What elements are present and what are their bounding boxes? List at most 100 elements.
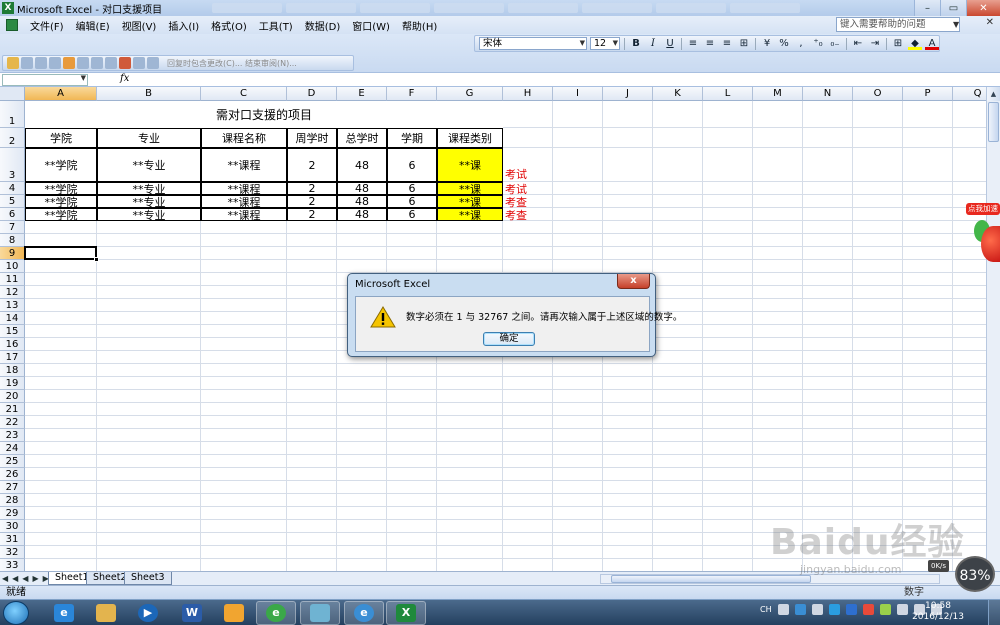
exam-type-note[interactable]: 考查 — [503, 208, 553, 222]
help-search-input[interactable]: 键入需要帮助的问题 — [836, 17, 960, 32]
column-header-a[interactable]: A — [25, 87, 97, 101]
increase-indent-icon[interactable]: ⇥ — [868, 37, 882, 50]
start-button[interactable] — [3, 601, 29, 625]
menu-help[interactable]: 帮助(H) — [396, 18, 443, 33]
security-icon[interactable] — [845, 604, 857, 615]
name-box[interactable]: ▼ — [2, 74, 88, 86]
table-cell[interactable]: **学院 — [25, 208, 97, 222]
plus-tray-icon[interactable] — [879, 604, 891, 615]
insert-function-icon[interactable]: fx — [120, 73, 129, 84]
table-cell[interactable]: 48 — [337, 195, 387, 208]
percent-button[interactable]: % — [777, 37, 791, 50]
table-header-cell[interactable]: 学期 — [387, 128, 437, 148]
show-desktop-button[interactable] — [988, 600, 1000, 625]
mail-icon[interactable] — [49, 57, 61, 69]
increase-decimal-icon[interactable]: ⁺₀ — [811, 37, 825, 50]
menu-window[interactable]: 窗口(W) — [346, 18, 396, 33]
table-header-cell[interactable]: 专业 — [97, 128, 201, 148]
row-header-29[interactable]: 29 — [0, 507, 25, 520]
chat-app-icon[interactable] — [300, 601, 340, 625]
word-icon[interactable]: W — [172, 601, 212, 625]
menu-edit[interactable]: 编辑(E) — [70, 18, 116, 33]
row-header-24[interactable]: 24 — [0, 442, 25, 455]
column-header-f[interactable]: F — [387, 87, 437, 101]
table-cell[interactable]: **专业 — [97, 208, 201, 222]
row-header-23[interactable]: 23 — [0, 429, 25, 442]
row-header-20[interactable]: 20 — [0, 390, 25, 403]
sheet-title[interactable]: 需对口支援的项目 — [25, 101, 503, 128]
row-header-13[interactable]: 13 — [0, 299, 25, 312]
ie-icon[interactable]: e — [44, 601, 84, 625]
clock[interactable]: 10:58 2016/12/13 — [910, 601, 966, 623]
comma-style-button[interactable]: , — [794, 37, 808, 50]
font-size-select[interactable]: 12 ▼ — [590, 37, 620, 50]
scroll-up-icon[interactable]: ▲ — [987, 87, 1000, 101]
scroll-thumb[interactable] — [988, 102, 999, 142]
column-header-n[interactable]: N — [803, 87, 853, 101]
keyboard-icon[interactable] — [811, 604, 823, 615]
table-cell[interactable]: **专业 — [97, 148, 201, 182]
currency-icon[interactable]: ¥ — [760, 37, 774, 50]
menu-view[interactable]: 视图(V) — [116, 18, 163, 33]
close-window-button[interactable]: ✕ — [966, 0, 1000, 16]
column-header-j[interactable]: J — [603, 87, 653, 101]
table-header-cell[interactable]: 课程名称 — [201, 128, 287, 148]
table-cell[interactable]: 6 — [387, 182, 437, 195]
row-header-11[interactable]: 11 — [0, 273, 25, 286]
table-cell[interactable]: **学院 — [25, 148, 97, 182]
column-header-i[interactable]: I — [553, 87, 603, 101]
align-right-icon[interactable]: ≡ — [720, 37, 734, 50]
chevron-down-icon[interactable]: ▼ — [953, 17, 959, 32]
input-language[interactable]: CH — [760, 605, 772, 614]
table-header-cell[interactable]: 总学时 — [337, 128, 387, 148]
undo-icon[interactable] — [91, 57, 103, 69]
qq-browser-icon[interactable]: e — [344, 601, 384, 625]
row-header-21[interactable]: 21 — [0, 403, 25, 416]
row-header-30[interactable]: 30 — [0, 520, 25, 533]
table-cell[interactable]: 6 — [387, 148, 437, 182]
table-header-cell[interactable]: 学院 — [25, 128, 97, 148]
print-icon[interactable] — [147, 57, 159, 69]
row-header-1[interactable]: 1 — [0, 101, 25, 128]
font-color-icon[interactable]: A — [925, 37, 939, 50]
flag-icon[interactable] — [896, 604, 908, 615]
row-header-9[interactable]: 9 — [0, 247, 25, 260]
ok-button[interactable]: 确定 — [483, 332, 535, 346]
media-player-icon[interactable]: ▶ — [128, 601, 168, 625]
table-cell[interactable]: **课 — [437, 208, 503, 222]
save-icon[interactable] — [21, 57, 33, 69]
table-cell[interactable]: 2 — [287, 182, 337, 195]
table-cell[interactable]: **课程 — [201, 208, 287, 222]
exam-type-note[interactable]: 考试 — [503, 148, 553, 182]
italic-button[interactable]: I — [646, 37, 660, 50]
menu-data[interactable]: 数据(D) — [299, 18, 347, 33]
row-header-5[interactable]: 5 — [0, 195, 25, 208]
close-workbook-icon[interactable]: ✕ — [986, 17, 994, 28]
active-cell-a9[interactable] — [24, 246, 97, 260]
column-header-g[interactable]: G — [437, 87, 503, 101]
menu-file[interactable]: 文件(F) — [24, 18, 70, 33]
reply-with-changes-button[interactable]: 回复时包含更改(C)... 结束审阅(N)... — [167, 58, 297, 69]
row-header-8[interactable]: 8 — [0, 234, 25, 247]
underline-button[interactable]: U — [663, 37, 677, 50]
vertical-scrollbar[interactable]: ▲ — [986, 87, 1000, 571]
bold-button[interactable]: B — [629, 37, 643, 50]
row-header-7[interactable]: 7 — [0, 221, 25, 234]
help-tray-icon[interactable] — [794, 604, 806, 615]
row-header-22[interactable]: 22 — [0, 416, 25, 429]
row-header-26[interactable]: 26 — [0, 468, 25, 481]
shield-icon[interactable] — [828, 604, 840, 615]
permission-icon[interactable] — [35, 57, 47, 69]
tab-nav-arrows-icon[interactable]: ◀◀◀▶▶ — [2, 572, 53, 585]
column-header-b[interactable]: B — [97, 87, 201, 101]
column-header-o[interactable]: O — [853, 87, 903, 101]
row-header-10[interactable]: 10 — [0, 260, 25, 273]
tab-sheet3[interactable]: Sheet3 — [124, 572, 172, 585]
delete-comment-icon[interactable] — [119, 57, 131, 69]
explorer-icon[interactable] — [86, 601, 126, 625]
row-header-31[interactable]: 31 — [0, 533, 25, 546]
table-cell[interactable]: 2 — [287, 208, 337, 221]
decrease-decimal-icon[interactable]: ₀₋ — [828, 37, 842, 50]
column-header-e[interactable]: E — [337, 87, 387, 101]
fill-handle[interactable] — [94, 257, 99, 262]
